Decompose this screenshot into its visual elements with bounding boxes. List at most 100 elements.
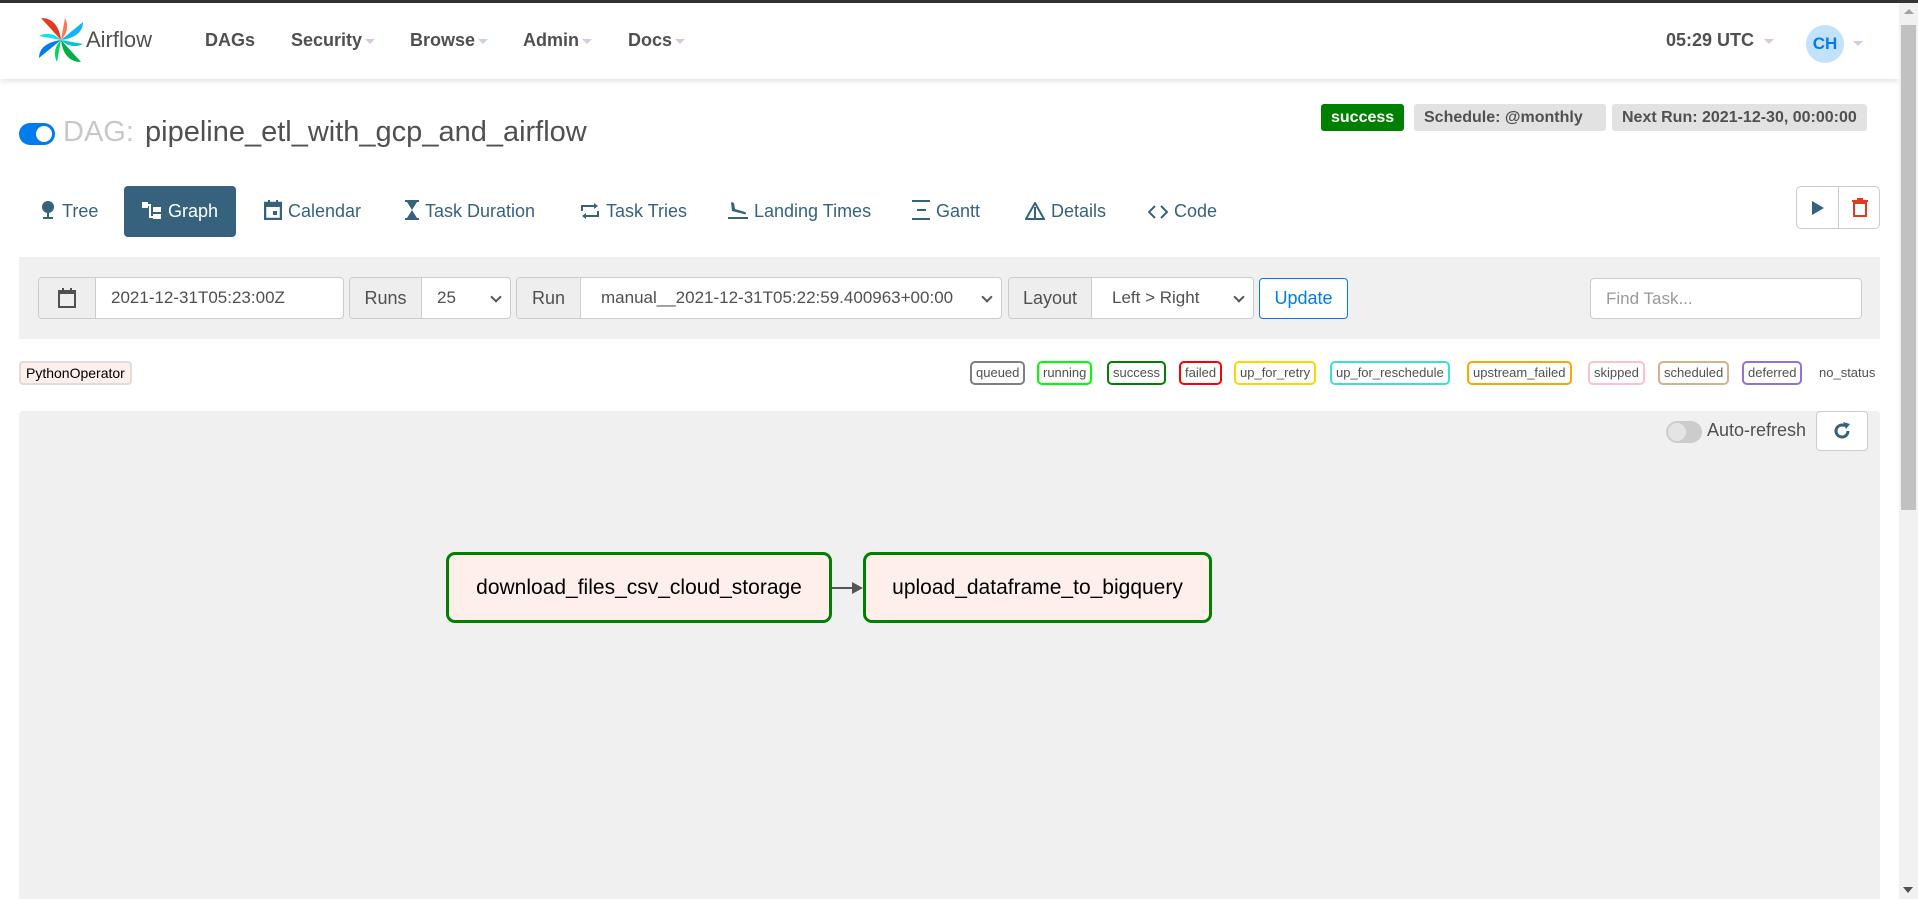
update-button[interactable]: Update: [1259, 278, 1348, 319]
run-value: manual__2021-12-31T05:22:59.400963+00:00: [601, 288, 954, 307]
nav-security-label: Security: [291, 30, 363, 50]
dag-graph-canvas[interactable]: [19, 411, 1880, 899]
tab-details-label: Details: [1051, 201, 1107, 221]
chevron-down-icon: [981, 291, 993, 303]
airflow-logo-icon[interactable]: [37, 16, 85, 64]
task-node[interactable]: upload_dataframe_to_bigquery: [863, 552, 1212, 623]
state-legend-up-for-reschedule[interactable]: up_for_reschedule: [1330, 361, 1450, 385]
dag-status-badge: success: [1321, 104, 1405, 131]
run-group: Run manual__2021-12-31T05:22:59.400963+0…: [516, 277, 1002, 319]
calendar-icon: [263, 200, 283, 221]
tab-tree[interactable]: Tree: [40, 186, 98, 237]
tree-icon: [42, 201, 54, 219]
runs-select[interactable]: 25: [422, 278, 510, 318]
page-scrollbar[interactable]: [1899, 3, 1918, 899]
dag-actions: [1796, 186, 1880, 229]
nav-security[interactable]: Security: [291, 30, 376, 51]
caret-down-icon: [582, 38, 592, 44]
runs-value: 25: [437, 288, 456, 307]
run-select[interactable]: manual__2021-12-31T05:22:59.400963+00:00: [581, 278, 1001, 318]
hourglass-icon: [405, 200, 419, 220]
state-legend-up-for-retry[interactable]: up_for_retry: [1234, 361, 1317, 385]
edge-arrowhead-icon: [852, 582, 863, 594]
state-legend-failed[interactable]: failed: [1179, 361, 1223, 385]
state-legend-upstream-failed[interactable]: upstream_failed: [1467, 361, 1572, 385]
auto-refresh-label: Auto-refresh: [1707, 420, 1807, 440]
base-date-group: 2021-12-31T05:23:00Z: [38, 277, 344, 319]
code-icon: [1147, 205, 1169, 219]
chevron-down-icon: [490, 291, 502, 303]
tab-task-duration[interactable]: Task Duration: [405, 186, 535, 237]
toggle-knob: [36, 126, 52, 142]
nav-docs-label: Docs: [628, 30, 673, 50]
refresh-button[interactable]: [1816, 411, 1868, 451]
refresh-icon: [1834, 422, 1850, 439]
tab-calendar[interactable]: Calendar: [263, 186, 362, 237]
scroll-up-arrow-icon[interactable]: [1904, 9, 1914, 14]
dependency-edge: [832, 587, 854, 589]
schedule-badge: Schedule: @monthly: [1414, 104, 1606, 131]
tab-task-duration-label: Task Duration: [425, 201, 536, 221]
user-avatar[interactable]: CH: [1806, 25, 1844, 63]
trigger-dag-button[interactable]: [1797, 187, 1839, 228]
auto-refresh-toggle[interactable]: [1666, 421, 1702, 443]
gantt-icon: [912, 200, 930, 220]
task-node-label: download_files_csv_cloud_storage: [476, 575, 802, 599]
caret-down-icon: [675, 38, 686, 44]
caret-down-icon: [478, 38, 489, 44]
runs-label: Runs: [350, 278, 422, 318]
dag-label: DAG:: [63, 116, 134, 148]
clock-label: 05:29 UTC: [1666, 30, 1755, 50]
navbar: Airflow DAGs Security Browse Admin Docs …: [0, 3, 1899, 79]
scroll-down-arrow-icon[interactable]: [1903, 887, 1913, 893]
nav-browse-label: Browse: [410, 30, 476, 50]
caret-down-icon: [1764, 38, 1775, 44]
nav-docs[interactable]: Docs: [628, 30, 686, 51]
nav-dags-label: DAGs: [205, 30, 256, 50]
user-menu-caret-icon[interactable]: [1853, 41, 1863, 46]
dag-pause-toggle[interactable]: [19, 123, 55, 145]
state-legend-skipped[interactable]: skipped: [1588, 361, 1645, 385]
tab-code-label: Code: [1174, 201, 1218, 221]
caret-down-icon: [365, 38, 376, 44]
nav-browse[interactable]: Browse: [410, 30, 489, 51]
tab-graph[interactable]: Graph: [124, 186, 237, 237]
scrollbar-thumb[interactable]: [1901, 25, 1916, 510]
details-icon: [1024, 200, 1046, 220]
layout-select[interactable]: Left > Right: [1092, 278, 1253, 318]
state-legend-scheduled[interactable]: scheduled: [1658, 361, 1730, 385]
state-legend-queued[interactable]: queued: [970, 361, 1026, 385]
find-task-input[interactable]: [1590, 278, 1862, 319]
timezone-clock[interactable]: 05:29 UTC: [1666, 30, 1775, 51]
state-legend-running[interactable]: running: [1037, 361, 1093, 385]
nav-dags[interactable]: DAGs: [205, 30, 255, 51]
calendar-addon[interactable]: [39, 278, 96, 318]
chevron-down-icon: [1233, 291, 1245, 303]
state-legend-success[interactable]: success: [1107, 361, 1166, 385]
state-legend-no-status[interactable]: no_status: [1813, 361, 1882, 385]
play-icon: [1811, 200, 1824, 215]
layout-group: Layout Left > Right: [1008, 277, 1254, 319]
operator-legend-python: PythonOperator: [19, 361, 132, 385]
nav-admin[interactable]: Admin: [523, 30, 592, 51]
trash-icon: [1852, 198, 1868, 217]
tab-details[interactable]: Details: [1024, 186, 1107, 237]
task-node[interactable]: download_files_csv_cloud_storage: [446, 552, 832, 623]
delete-dag-button[interactable]: [1839, 187, 1881, 228]
tab-graph-label: Graph: [168, 201, 219, 221]
tab-gantt[interactable]: Gantt: [912, 186, 980, 237]
graph-icon: [142, 202, 161, 219]
tab-landing-times[interactable]: Landing Times: [728, 186, 871, 237]
nav-admin-label: Admin: [523, 30, 579, 50]
tab-calendar-label: Calendar: [288, 201, 362, 221]
toggle-knob: [1668, 423, 1686, 441]
base-date-input[interactable]: 2021-12-31T05:23:00Z: [96, 278, 343, 318]
task-node-label: upload_dataframe_to_bigquery: [892, 575, 1183, 599]
layout-value: Left > Right: [1112, 288, 1200, 307]
brand-name[interactable]: Airflow: [86, 27, 152, 53]
tab-tree-label: Tree: [62, 201, 99, 221]
tab-gantt-label: Gantt: [936, 201, 981, 221]
tab-code[interactable]: Code: [1147, 186, 1218, 237]
state-legend-deferred[interactable]: deferred: [1742, 361, 1803, 385]
tab-task-tries[interactable]: Task Tries: [580, 186, 687, 237]
